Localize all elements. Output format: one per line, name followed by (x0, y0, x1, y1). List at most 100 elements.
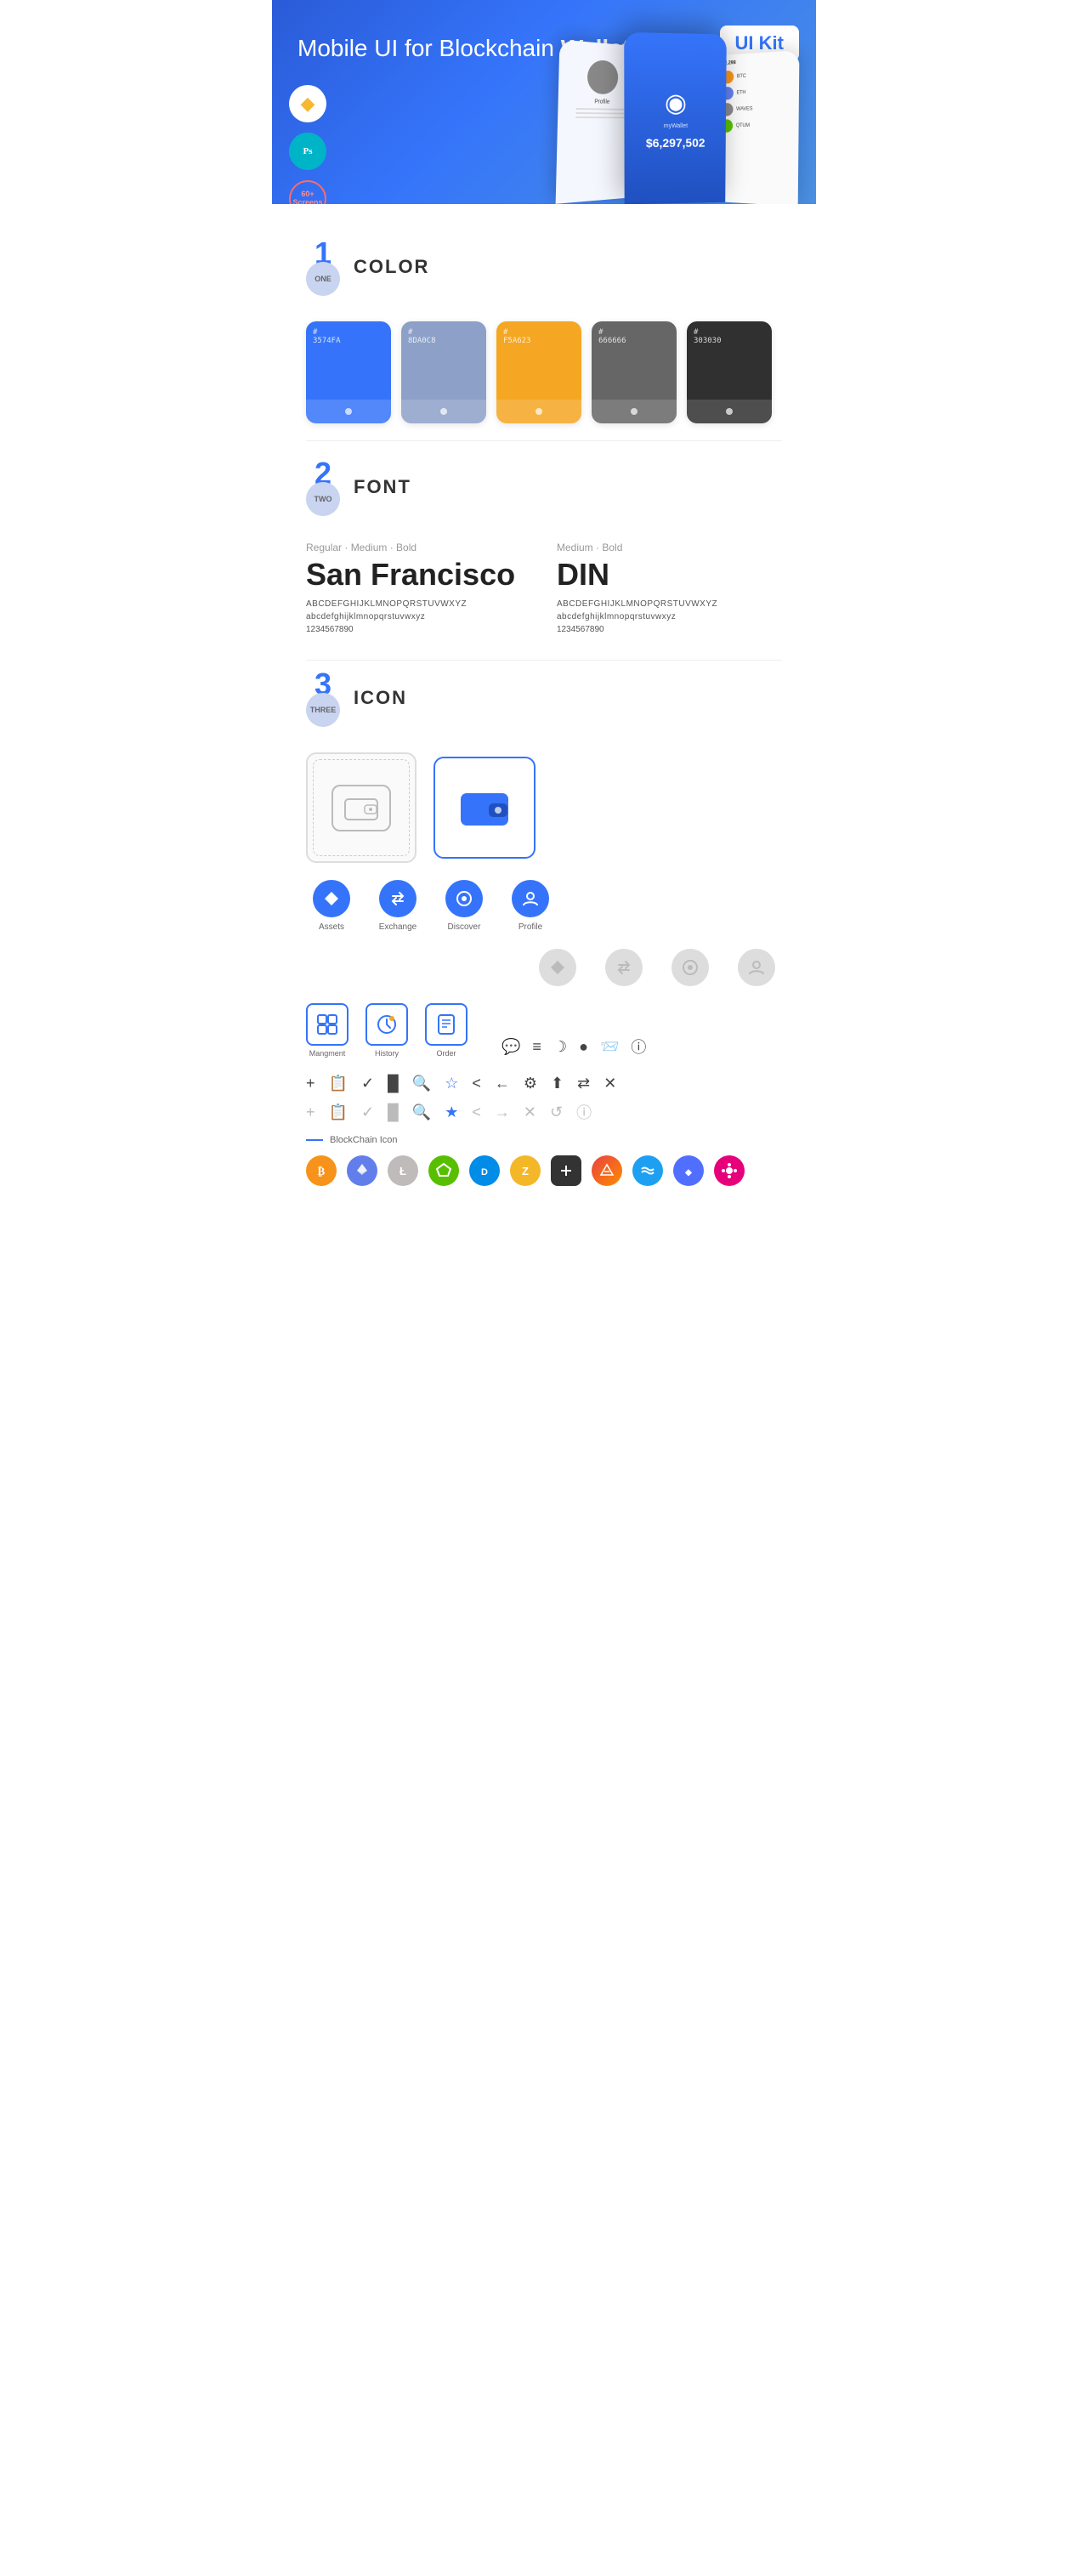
color-swatches: #3574FA #8DA0C8 #F5A623 #666666 #303030 (306, 321, 782, 423)
swatch-dark: #303030 (687, 321, 772, 423)
swatch-blue: #3574FA (306, 321, 391, 423)
font-section: 2 TWO FONT Regular · Medium · Bold San F… (272, 441, 816, 660)
exchange-label: Exchange (379, 922, 416, 932)
info-gray-icon: ⓘ (576, 1101, 592, 1123)
eth-icon (347, 1155, 377, 1186)
phone-mock-1: Profile (556, 39, 645, 203)
ui-kit-badge: UI Kit (720, 26, 799, 61)
small-icons-colored: + 📋 ✓ █ 🔍 ☆ < ← ⚙ ⬆ ⇄ ✕ (306, 1075, 782, 1092)
gear-icon: ⚙ (524, 1075, 537, 1092)
discover-icon (445, 880, 483, 917)
crypto-icons-row: ₿ Ł D Z (306, 1155, 782, 1186)
font-grid: Regular · Medium · Bold San Francisco AB… (306, 542, 782, 634)
order-icon (425, 1003, 468, 1046)
back-gray-icon: < (472, 1104, 481, 1121)
sketch-icon: ◆ (301, 93, 315, 115)
profile-icon (512, 880, 549, 917)
plus-gray-icon: + (306, 1104, 315, 1121)
icon-nav-group: Assets Exchange (306, 880, 556, 932)
layers-icon: ≡ (532, 1038, 541, 1056)
assets-gray-icon (539, 949, 576, 986)
share-icon: ← (495, 1075, 510, 1092)
grid-icon (551, 1155, 581, 1186)
icon-gray-group (306, 949, 782, 986)
upload-icon: ⬆ (551, 1075, 564, 1092)
hero-section: Mobile UI for Blockchain Wallet UI Kit ◆… (272, 0, 816, 204)
forward-gray-icon: → (495, 1104, 510, 1121)
circle-icon: ● (579, 1038, 588, 1056)
icon-discover-gray (665, 949, 716, 986)
plus-icon: + (306, 1075, 315, 1092)
svg-text:₿: ₿ (318, 1165, 326, 1177)
info-icon: ⓘ (631, 1036, 646, 1058)
assets-label: Assets (319, 922, 344, 932)
check-icon: ✓ (361, 1075, 374, 1092)
zcash-icon: Z (510, 1155, 541, 1186)
close-icon: ✕ (604, 1075, 616, 1092)
icon-assets-gray (532, 949, 583, 986)
svg-text:Ł: Ł (400, 1165, 406, 1177)
dash-icon: D (469, 1155, 500, 1186)
dot-icon (714, 1155, 745, 1186)
blockchain-label: BlockChain Icon (306, 1135, 782, 1145)
icon-profile: Profile (505, 880, 556, 932)
star-blue-icon: ★ (445, 1104, 458, 1121)
icon-exchange: Exchange (372, 880, 423, 932)
star-icon: ☆ (445, 1075, 458, 1092)
list-icon: 📋 (329, 1075, 348, 1092)
font-sf: Regular · Medium · Bold San Francisco AB… (306, 542, 531, 634)
management-label: Mangment (309, 1049, 346, 1058)
hero-title: Mobile UI for Blockchain Wallet (298, 34, 790, 63)
waves-icon (632, 1155, 663, 1186)
icon-assets: Assets (306, 880, 357, 932)
wallet-blue-icon (459, 786, 510, 829)
profile-gray-icon (738, 949, 775, 986)
color-section-number: 1 ONE (306, 238, 340, 296)
search-icon: 🔍 (412, 1075, 431, 1092)
exchange-gray-icon (605, 949, 643, 986)
icon-exchange-gray (598, 949, 649, 986)
management-icon-col: Mangment (306, 1003, 348, 1058)
screens-badge: 60+Screens (289, 180, 326, 204)
management-icon (306, 1003, 348, 1046)
icon-header: 3 THREE ICON (306, 669, 782, 727)
svg-text:◆: ◆ (684, 1168, 692, 1177)
history-icon-col: History (366, 1003, 408, 1058)
ltc-icon: Ł (388, 1155, 418, 1186)
sketch-badge: ◆ (289, 85, 326, 122)
font-section-number: 2 TWO (306, 458, 340, 516)
discover-gray-icon (672, 949, 709, 986)
hero-badges: ◆ Ps 60+Screens (289, 85, 326, 204)
icon-wallet-blue (434, 757, 536, 859)
assets-icon (313, 880, 350, 917)
swatch-gray: #666666 (592, 321, 677, 423)
list-gray-icon: 📋 (329, 1104, 348, 1121)
icon-profile-gray (731, 949, 782, 986)
phone-mock-3: 12,298 BTC ETH WAVES QTUM (713, 50, 800, 204)
exchange-icon (379, 880, 416, 917)
order-label: Order (436, 1049, 456, 1058)
resize-icon: ⇄ (577, 1075, 590, 1092)
icon-section: 3 THREE ICON (272, 661, 816, 1211)
icon-main-row: Assets Exchange (306, 752, 782, 932)
ark-icon (592, 1155, 622, 1186)
btc-icon: ₿ (306, 1155, 337, 1186)
font-header: 2 TWO FONT (306, 458, 782, 516)
neo-icon (428, 1155, 459, 1186)
screens-count: 60+Screens (292, 190, 322, 204)
order-icon-col: Order (425, 1003, 468, 1058)
photoshop-badge: Ps (289, 133, 326, 170)
qr-icon: █ (388, 1075, 399, 1092)
font-din: Medium · Bold DIN ABCDEFGHIJKLMNOPQRSTUV… (557, 542, 782, 634)
small-icons-gray: + 📋 ✓ █ 🔍 ★ < → ✕ ↺ ⓘ (306, 1101, 782, 1123)
icon-discover: Discover (439, 880, 490, 932)
blockchain-line (306, 1139, 323, 1141)
svg-text:Z: Z (522, 1165, 529, 1177)
profile-label: Profile (518, 922, 542, 932)
history-icon (366, 1003, 408, 1046)
color-header: 1 ONE COLOR (306, 238, 782, 296)
discover-label: Discover (448, 922, 481, 932)
swatch-slate: #8DA0C8 (401, 321, 486, 423)
photoshop-icon: Ps (303, 146, 313, 156)
moon-icon: ☽ (553, 1038, 567, 1056)
